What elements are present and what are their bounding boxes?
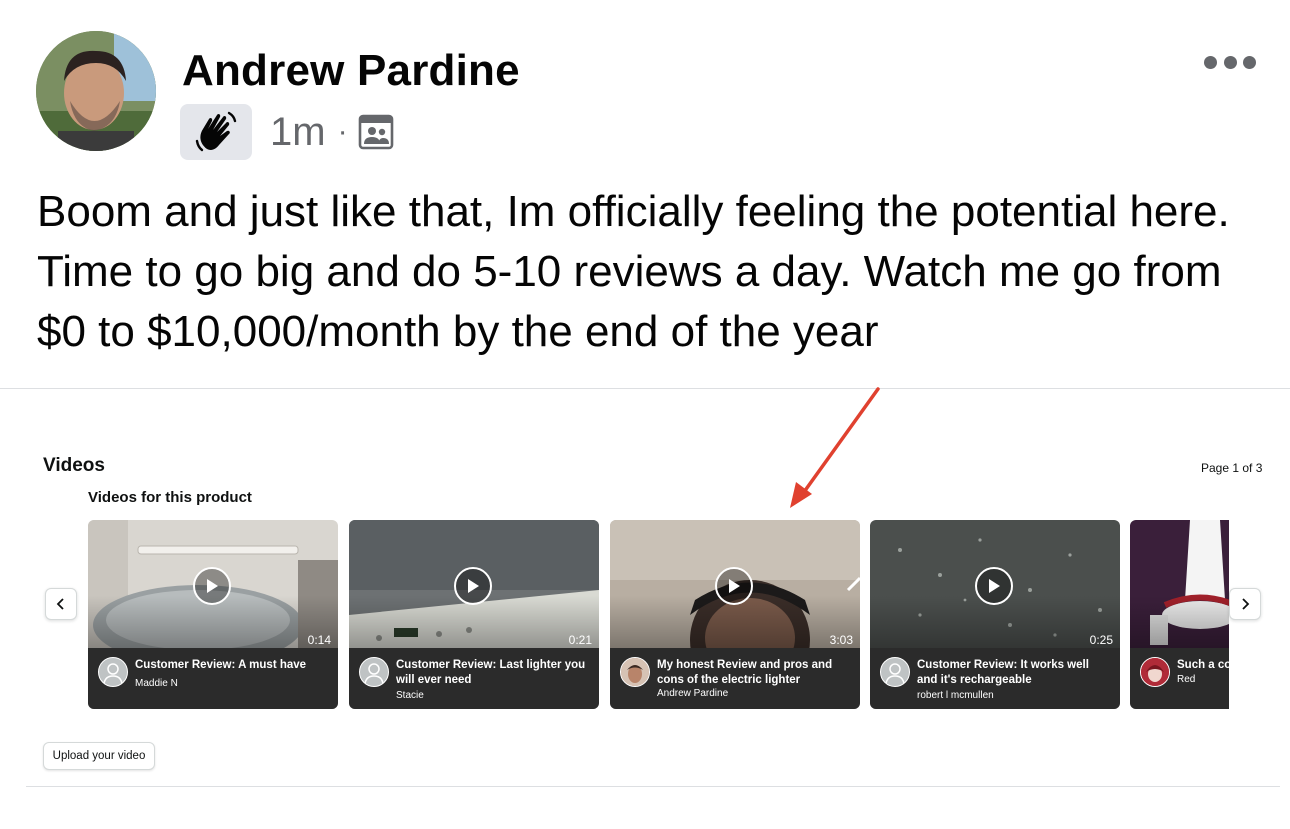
more-options-button[interactable] <box>1204 54 1256 70</box>
video-card[interactable]: 0:21 Customer Review: Last lighter you w… <box>349 520 599 709</box>
video-card[interactable]: 3:03 My honest Review and pros and cons … <box>610 520 860 709</box>
audience-group-icon[interactable] <box>358 114 394 150</box>
chevron-left-icon <box>56 598 64 610</box>
meta-separator: · <box>337 115 348 148</box>
play-icon <box>207 579 218 593</box>
reviewer-avatar <box>880 657 910 687</box>
more-options-icon <box>1204 55 1217 69</box>
reviewer-photo <box>1141 658 1169 686</box>
video-author: Maddie N <box>135 678 178 689</box>
video-author: robert l mcmullen <box>917 690 994 701</box>
video-author: Red <box>1177 674 1196 685</box>
default-user-icon <box>103 663 123 685</box>
divider <box>0 388 1290 389</box>
default-user-icon <box>364 663 384 685</box>
video-author: Andrew Pardine <box>657 688 729 699</box>
reviewer-avatar <box>1140 657 1170 687</box>
video-card[interactable]: Such a co Red <box>1130 520 1229 709</box>
play-button[interactable] <box>715 567 753 605</box>
video-title: Customer Review: Last lighter you will e… <box>396 659 586 686</box>
chevron-right-icon <box>1242 598 1250 610</box>
play-icon <box>989 579 1000 593</box>
play-icon <box>729 579 740 593</box>
reviewer-photo <box>621 658 649 686</box>
video-duration: 0:21 <box>568 633 592 647</box>
videos-heading: Videos <box>43 455 105 476</box>
waving-hand-badge[interactable] <box>180 104 252 160</box>
play-button[interactable] <box>975 567 1013 605</box>
author-avatar[interactable] <box>36 31 156 151</box>
reviewer-avatar <box>98 657 128 687</box>
carousel-next-button[interactable] <box>1229 588 1261 620</box>
author-name[interactable]: Andrew Pardine <box>182 46 520 96</box>
video-title: Customer Review: It works well and it's … <box>917 659 1089 686</box>
play-button[interactable] <box>454 567 492 605</box>
post-meta: 1m · <box>180 104 394 160</box>
video-duration: 0:25 <box>1089 633 1113 647</box>
video-title: Such a co <box>1177 659 1229 671</box>
video-duration: 0:14 <box>307 633 331 647</box>
divider <box>26 786 1280 787</box>
reviewer-avatar <box>620 657 650 687</box>
video-carousel: 0:14 Customer Review: A must have Maddie… <box>88 520 1229 710</box>
post-time[interactable]: 1m <box>270 110 326 155</box>
video-card[interactable]: 0:14 Customer Review: A must have Maddie… <box>88 520 338 709</box>
play-icon <box>468 579 479 593</box>
videos-subheading: Videos for this product <box>88 489 252 506</box>
page-indicator: Page 1 of 3 <box>1201 461 1263 475</box>
video-title: My honest Review and pros and cons of th… <box>657 659 833 686</box>
reviewer-avatar <box>359 657 389 687</box>
post-body-text: Boom and just like that, Im officially f… <box>37 187 1230 356</box>
default-user-icon <box>885 663 905 685</box>
play-button[interactable] <box>193 567 231 605</box>
video-card[interactable]: 0:25 Customer Review: It works well and … <box>870 520 1120 709</box>
video-title: Customer Review: A must have <box>135 659 307 671</box>
video-author: Stacie <box>396 690 424 701</box>
avatar-photo <box>36 31 156 151</box>
more-options-dot <box>1223 55 1237 69</box>
video-duration: 3:03 <box>829 633 853 647</box>
upload-video-button[interactable]: Upload your video <box>43 742 155 770</box>
waving-hand-icon <box>195 111 237 152</box>
more-options-dot <box>1243 55 1256 69</box>
carousel-prev-button[interactable] <box>45 588 77 620</box>
